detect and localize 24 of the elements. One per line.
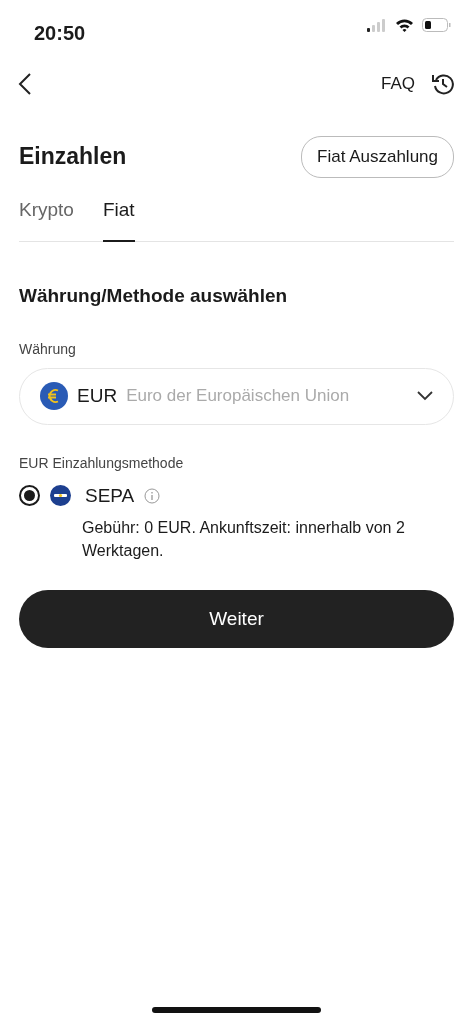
history-button[interactable] <box>431 72 455 96</box>
wifi-icon <box>395 18 414 32</box>
status-time: 20:50 <box>34 21 86 46</box>
section-title: Währung/Methode auswählen <box>19 284 289 308</box>
page-title: Einzahlen <box>19 142 127 171</box>
currency-select[interactable]: EUR Euro der Europäischen Union <box>19 367 454 425</box>
radio-button[interactable] <box>19 485 40 507</box>
battery-icon <box>422 18 451 32</box>
fiat-withdraw-button[interactable]: Fiat Auszahlung <box>301 136 454 178</box>
currency-name: Euro der Europäischen Union <box>126 385 351 408</box>
chevron-down-icon <box>417 391 433 401</box>
field-label: Währung <box>19 339 77 359</box>
method-name: SEPA <box>85 483 135 508</box>
back-button[interactable] <box>18 72 32 96</box>
tab[interactable]: Fiat <box>102 195 135 242</box>
method-description: Gebühr: 0 EUR. Ankunftszeit: innerhalb von 2 Werktagen. <box>82 518 406 562</box>
field-label: EUR Einzahlungsmethode <box>19 453 185 473</box>
euro-coin-icon <box>40 382 68 410</box>
signal-icon <box>367 18 387 32</box>
tab[interactable]: Krypto <box>19 195 74 242</box>
faq-link[interactable]: FAQ <box>381 71 415 97</box>
continue-button[interactable]: Weiter <box>19 590 454 649</box>
logo-icon <box>50 485 71 507</box>
currency-code: EUR <box>77 383 118 408</box>
